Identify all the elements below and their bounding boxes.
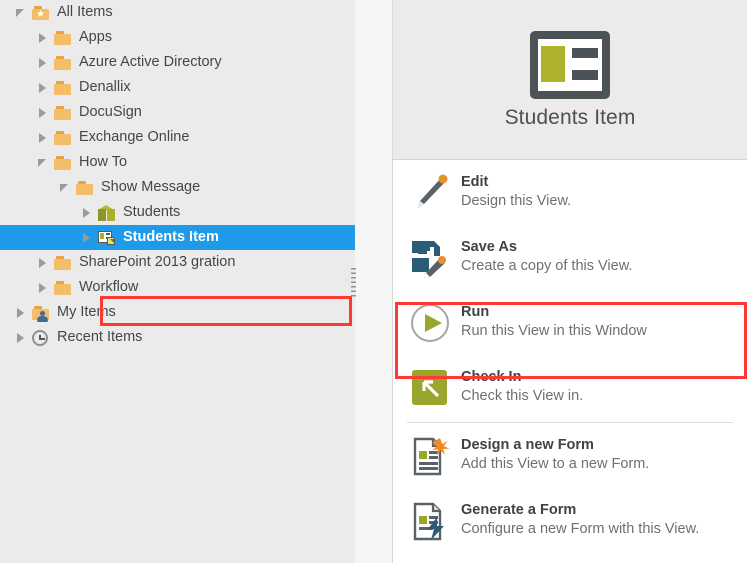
tree-item-label: Students Item bbox=[123, 228, 219, 245]
pencil-icon bbox=[407, 172, 453, 214]
clock-icon bbox=[30, 328, 52, 348]
tree-item-label: My Items bbox=[57, 303, 116, 320]
expand-arrow-icon[interactable] bbox=[78, 225, 96, 250]
folder-icon bbox=[52, 153, 74, 173]
tree-item-label: All Items bbox=[57, 3, 113, 20]
tree-item-denallix[interactable]: Denallix bbox=[0, 75, 355, 100]
expand-arrow-icon[interactable] bbox=[34, 50, 52, 75]
action-description: Check this View in. bbox=[461, 388, 584, 404]
action-text: Edit Design this View. bbox=[461, 171, 571, 212]
tree-item-docusign[interactable]: DocuSign bbox=[0, 100, 355, 125]
tree-item-label: SharePoint 2013 gration bbox=[79, 253, 236, 270]
action-run[interactable]: Run Run this View in this Window bbox=[393, 290, 747, 355]
save-as-icon bbox=[407, 237, 453, 279]
action-description: Add this View to a new Form. bbox=[461, 456, 650, 472]
panel-splitter-grip[interactable] bbox=[351, 268, 356, 297]
check-in-icon bbox=[407, 367, 453, 409]
action-title: Edit bbox=[461, 174, 489, 190]
action-title: Generate a Form bbox=[461, 502, 577, 518]
tree-item-label: Recent Items bbox=[57, 328, 143, 345]
tree-item-label: Azure Active Directory bbox=[79, 53, 222, 70]
folder-icon bbox=[52, 103, 74, 123]
tree-item-apps[interactable]: Apps bbox=[0, 25, 355, 50]
expand-arrow-icon[interactable] bbox=[34, 25, 52, 50]
tree-item-all-items[interactable]: ★ All Items bbox=[0, 0, 355, 25]
tree-item-recent-items[interactable]: Recent Items bbox=[0, 325, 355, 350]
new-form-icon bbox=[407, 435, 453, 477]
tree-item-label: DocuSign bbox=[79, 103, 142, 120]
action-description: Configure a new Form with this View. bbox=[461, 521, 700, 537]
tree-item-azure-active-directory[interactable]: Azure Active Directory bbox=[0, 50, 355, 75]
panel-gap bbox=[355, 0, 392, 563]
tree-item-sharepoint-2013-gration[interactable]: SharePoint 2013 gration bbox=[0, 250, 355, 275]
generate-form-icon bbox=[407, 500, 453, 542]
action-text: Design a new Form Add this View to a new … bbox=[461, 434, 649, 475]
action-description: Run this View in this Window bbox=[461, 323, 647, 339]
smartobject-cube-icon bbox=[96, 203, 118, 223]
folder-icon bbox=[52, 78, 74, 98]
action-edit[interactable]: Edit Design this View. bbox=[393, 160, 747, 225]
action-design-a-new-form[interactable]: Design a new Form Add this View to a new … bbox=[393, 423, 747, 488]
action-text: Run Run this View in this Window bbox=[461, 301, 647, 342]
tree-item-label: Students bbox=[123, 203, 181, 220]
tree-item-how-to[interactable]: How To bbox=[0, 150, 355, 175]
tree-item-my-items[interactable]: My Items bbox=[0, 300, 355, 325]
collapse-arrow-icon[interactable] bbox=[12, 0, 30, 25]
tree-item-exchange-online[interactable]: Exchange Online bbox=[0, 125, 355, 150]
folder-icon bbox=[52, 128, 74, 148]
action-generate-a-form[interactable]: Generate a Form Configure a new Form with… bbox=[393, 488, 747, 553]
view-icon bbox=[96, 228, 118, 248]
expand-arrow-icon[interactable] bbox=[12, 300, 30, 325]
tree-root: ★ All Items Apps Azure Active Directory Dena… bbox=[0, 0, 355, 350]
tree-item-label: Workflow bbox=[79, 278, 139, 295]
folder-icon bbox=[74, 178, 96, 198]
action-description: Design this View. bbox=[461, 193, 572, 209]
category-tree-panel[interactable]: ★ All Items Apps Azure Active Directory Dena… bbox=[0, 0, 355, 563]
view-icon bbox=[530, 31, 610, 99]
tree-item-workflow[interactable]: Workflow bbox=[0, 275, 355, 300]
page-title: Students Item bbox=[504, 106, 636, 129]
action-save-as[interactable]: Save As Create a copy of this View. bbox=[393, 225, 747, 290]
folder-person-icon bbox=[30, 303, 52, 323]
folder-icon bbox=[52, 278, 74, 298]
tree-item-students-item[interactable]: Students Item bbox=[0, 225, 355, 250]
action-list: Edit Design this View. Save As Create a cop… bbox=[393, 160, 747, 553]
action-title: Run bbox=[461, 304, 490, 320]
expand-arrow-icon[interactable] bbox=[34, 250, 52, 275]
action-title: Save As bbox=[461, 239, 517, 255]
details-header: Students Item bbox=[393, 0, 747, 160]
folder-icon bbox=[52, 53, 74, 73]
action-text: Save As Create a copy of this View. bbox=[461, 236, 632, 277]
action-text: Generate a Form Configure a new Form with… bbox=[461, 499, 699, 540]
tree-item-show-message[interactable]: Show Message bbox=[0, 175, 355, 200]
tree-item-students[interactable]: Students bbox=[0, 200, 355, 225]
folder-icon bbox=[52, 28, 74, 48]
expand-arrow-icon[interactable] bbox=[34, 125, 52, 150]
action-check-in[interactable]: Check In Check this View in. bbox=[393, 355, 747, 420]
action-text: Check In Check this View in. bbox=[461, 366, 583, 407]
expand-arrow-icon[interactable] bbox=[34, 275, 52, 300]
folder-icon bbox=[52, 253, 74, 273]
expand-arrow-icon[interactable] bbox=[34, 75, 52, 100]
action-title: Design a new Form bbox=[461, 437, 594, 453]
action-title: Check In bbox=[461, 369, 522, 385]
tree-item-label: Exchange Online bbox=[79, 128, 190, 145]
run-play-icon bbox=[407, 302, 453, 344]
expand-arrow-icon[interactable] bbox=[12, 325, 30, 350]
header-icon-wrap bbox=[393, 31, 747, 99]
folder-star-icon: ★ bbox=[30, 3, 52, 23]
action-description: Create a copy of this View. bbox=[461, 258, 633, 274]
tree-item-label: Apps bbox=[79, 28, 113, 45]
tree-item-label: Show Message bbox=[101, 178, 201, 195]
expand-arrow-icon[interactable] bbox=[34, 100, 52, 125]
collapse-arrow-icon[interactable] bbox=[34, 150, 52, 175]
expand-arrow-icon[interactable] bbox=[78, 200, 96, 225]
designer-window: ★ All Items Apps Azure Active Directory Dena… bbox=[0, 0, 747, 563]
tree-item-label: Denallix bbox=[79, 78, 131, 95]
collapse-arrow-icon[interactable] bbox=[56, 175, 74, 200]
item-details-panel: Students Item Edit Design this View. Save … bbox=[392, 0, 747, 563]
tree-item-label: How To bbox=[79, 153, 128, 170]
